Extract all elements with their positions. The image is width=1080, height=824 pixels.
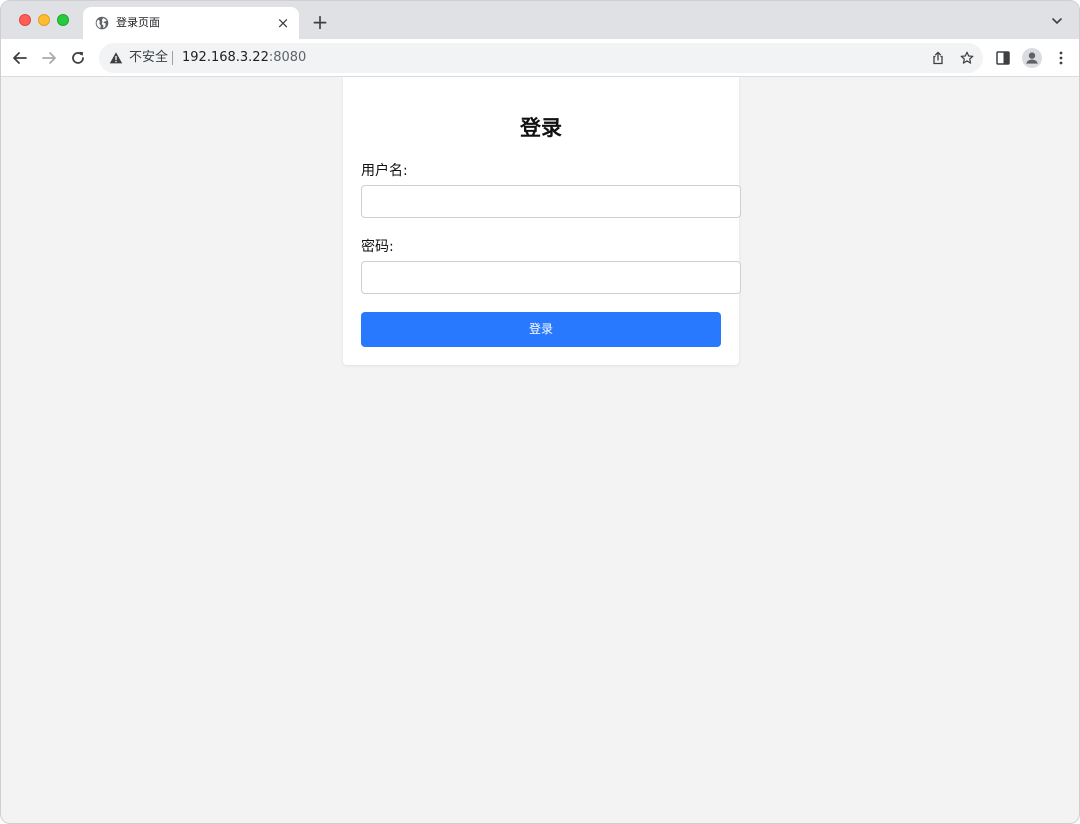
- new-tab-button[interactable]: +: [311, 12, 329, 32]
- star-icon[interactable]: [960, 51, 974, 65]
- profile-icon[interactable]: [1022, 48, 1042, 68]
- minimize-window-button[interactable]: [38, 14, 50, 26]
- security-status-text[interactable]: 不安全: [129, 50, 168, 66]
- share-icon[interactable]: [931, 51, 945, 65]
- login-card: 登录 用户名: 密码: 登录: [343, 77, 741, 365]
- close-icon[interactable]: ×: [275, 15, 291, 31]
- fullscreen-window-button[interactable]: [57, 14, 69, 26]
- omnibox-divider: [172, 51, 173, 65]
- browser-toolbar: 不安全 192.168.3.22:8080: [1, 39, 1079, 77]
- page-content: 登录 用户名: 密码: 登录: [1, 77, 1079, 823]
- forward-arrow-icon[interactable]: [40, 49, 58, 67]
- page-title: 登录: [520, 116, 562, 140]
- tab-strip: 登录页面 × +: [1, 1, 1079, 39]
- globe-icon: [95, 16, 109, 30]
- address-bar[interactable]: 不安全 192.168.3.22:8080: [99, 43, 983, 73]
- person-icon: [1026, 52, 1038, 64]
- tab-login-page[interactable]: 登录页面 ×: [83, 7, 299, 39]
- username-input[interactable]: [361, 185, 741, 218]
- close-window-button[interactable]: [19, 14, 31, 26]
- username-label: 用户名:: [361, 163, 408, 179]
- warning-icon[interactable]: [109, 51, 123, 65]
- chevron-down-icon[interactable]: [1051, 15, 1063, 27]
- tab-title: 登录页面: [116, 16, 160, 29]
- url-port: :8080: [268, 50, 307, 65]
- url-host: 192.168.3.22: [182, 50, 269, 65]
- browser-window: 登录页面 × + 不安全 192.168.3.22:8080 登录 用户名: 密…: [0, 0, 1080, 824]
- reload-icon[interactable]: [69, 49, 87, 67]
- kebab-menu-icon[interactable]: [1053, 50, 1069, 66]
- password-input[interactable]: [361, 261, 741, 294]
- login-button[interactable]: 登录: [361, 312, 721, 347]
- password-label: 密码:: [361, 239, 394, 255]
- url-text[interactable]: 192.168.3.22:8080: [182, 50, 306, 66]
- back-arrow-icon[interactable]: [11, 49, 29, 67]
- side-panel-icon[interactable]: [995, 50, 1011, 66]
